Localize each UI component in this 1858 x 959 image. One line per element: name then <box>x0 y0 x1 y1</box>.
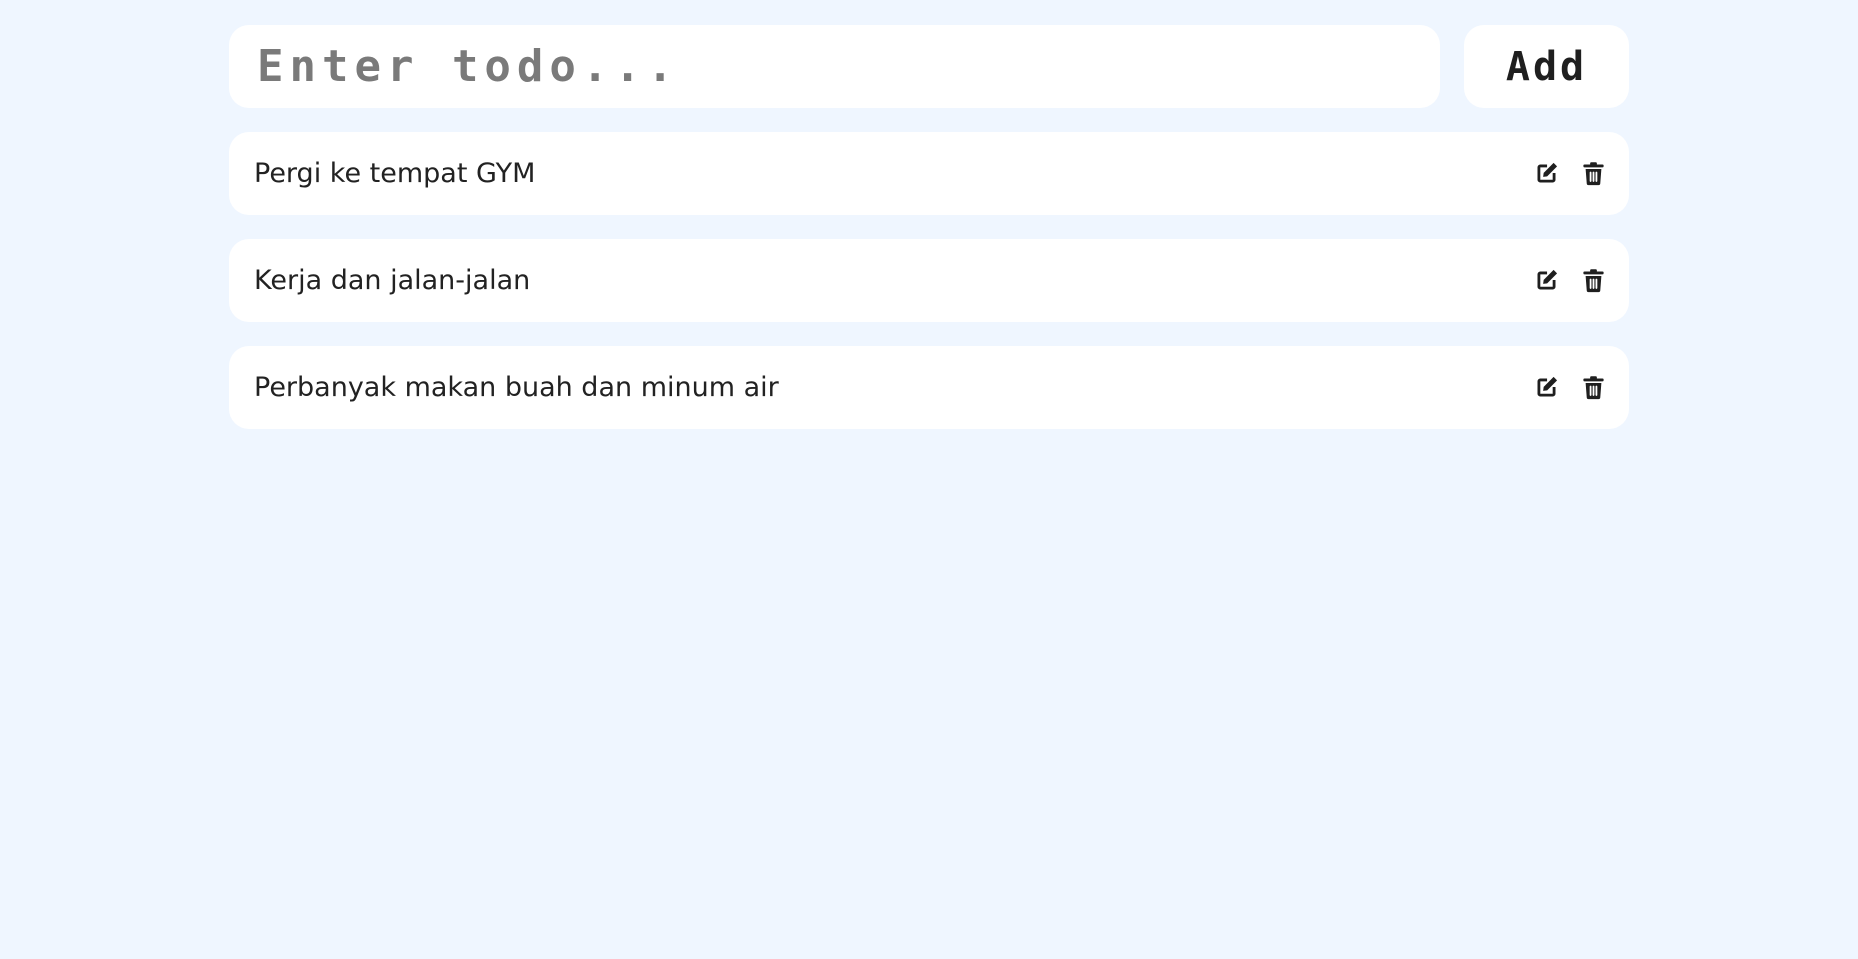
todo-form: Add <box>229 25 1629 108</box>
todo-actions <box>1533 267 1607 294</box>
todo-text: Kerja dan jalan-jalan <box>254 265 531 296</box>
todo-list: Pergi ke tempat GYM Kerja dan jalan-jala… <box>229 132 1629 429</box>
todo-app: Add Pergi ke tempat GYM <box>229 25 1629 453</box>
add-button[interactable]: Add <box>1464 25 1629 108</box>
delete-button[interactable] <box>1580 374 1607 401</box>
edit-icon <box>1537 162 1558 183</box>
todo-item: Kerja dan jalan-jalan <box>229 239 1629 322</box>
trash-icon <box>1583 269 1604 293</box>
todo-item: Perbanyak makan buah dan minum air <box>229 346 1629 429</box>
edit-icon <box>1537 269 1558 290</box>
edit-icon <box>1537 376 1558 397</box>
delete-button[interactable] <box>1580 267 1607 294</box>
trash-icon <box>1583 162 1604 186</box>
edit-button[interactable] <box>1533 374 1560 401</box>
todo-actions <box>1533 160 1607 187</box>
edit-button[interactable] <box>1533 267 1560 294</box>
todo-text: Pergi ke tempat GYM <box>254 158 536 189</box>
todo-actions <box>1533 374 1607 401</box>
delete-button[interactable] <box>1580 160 1607 187</box>
todo-item: Pergi ke tempat GYM <box>229 132 1629 215</box>
todo-text: Perbanyak makan buah dan minum air <box>254 372 779 403</box>
trash-icon <box>1583 376 1604 400</box>
todo-input[interactable] <box>229 25 1440 108</box>
edit-button[interactable] <box>1533 160 1560 187</box>
